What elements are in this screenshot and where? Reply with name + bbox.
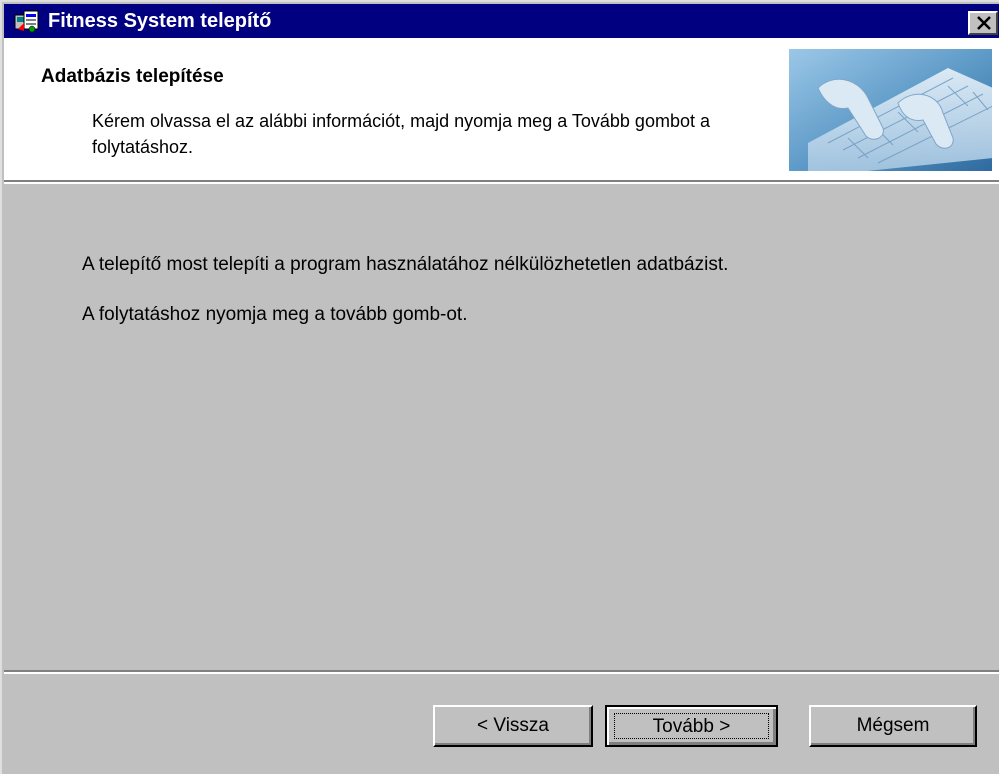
next-button-label: Tovább > [614, 713, 769, 739]
header-separator-highlight [4, 182, 999, 184]
installer-window: Fitness System telepítő Adatbázis telepí… [0, 0, 999, 774]
close-button[interactable] [968, 11, 998, 35]
step-title: Adatbázis telepítése [41, 66, 224, 87]
header-panel: Adatbázis telepítése Kérem olvassa el az… [4, 38, 999, 180]
setup-app-icon [14, 9, 40, 33]
title-bar[interactable]: Fitness System telepítő [4, 4, 999, 38]
step-description: Kérem olvassa el az alábbi információt, … [92, 111, 710, 157]
info-text-line-2: A folytatáshoz nyomja meg a tovább gomb-… [82, 304, 468, 325]
footer-separator-highlight [4, 672, 999, 674]
close-icon [977, 16, 991, 30]
back-button[interactable]: < Vissza [433, 705, 593, 747]
cancel-button[interactable]: Mégsem [809, 705, 977, 747]
info-text-line-1: A telepítő most telepíti a program haszn… [82, 254, 729, 275]
next-button[interactable]: Tovább > [605, 705, 778, 747]
window-title: Fitness System telepítő [48, 10, 272, 32]
keyboard-hands-image [787, 47, 994, 173]
